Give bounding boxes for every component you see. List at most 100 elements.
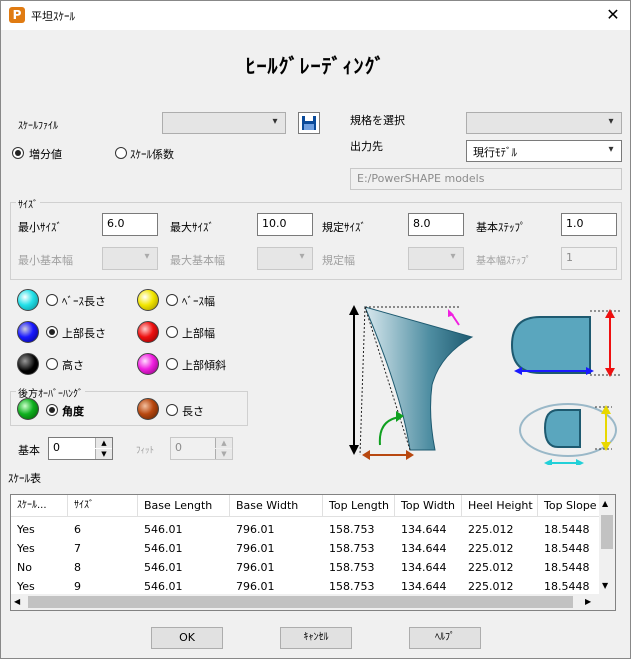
table-cell: 18.5448: [544, 523, 590, 536]
std-size-input[interactable]: 8.0: [408, 213, 464, 236]
overhang-length-label: 長さ: [182, 405, 204, 418]
scale-factor-label: ｽｹｰﾙ係数: [130, 148, 174, 161]
table-row[interactable]: No 8 546.01 796.01 158.753 134.644 225.012 18.5…: [11, 558, 601, 577]
save-button[interactable]: [298, 112, 320, 134]
increment-radio[interactable]: [12, 147, 24, 159]
fit-spinner[interactable]: 0 ▲ ▼: [170, 437, 233, 460]
spin-up-icon[interactable]: ▲: [95, 438, 112, 448]
table-cell: 546.01: [144, 561, 183, 574]
table-cell: 546.01: [144, 523, 183, 536]
scale-table-label: ｽｹｰﾙ表: [8, 472, 41, 485]
top-slope-radio[interactable]: [166, 358, 178, 370]
column-header[interactable]: Top Slope: [538, 495, 601, 517]
step-value: 1.0: [566, 217, 584, 230]
width-step-value: 1: [566, 251, 573, 264]
table-row[interactable]: Yes 7 546.01 796.01 158.753 134.644 225.012 18.…: [11, 539, 601, 558]
base-length-color-icon: [17, 289, 39, 311]
horizontal-scrollbar[interactable]: ◀ ▶: [11, 594, 615, 610]
column-header[interactable]: Base Width: [230, 495, 323, 517]
scale-file-dropdown[interactable]: ▾: [162, 112, 286, 134]
column-header[interactable]: ｽｹｰﾙ...: [11, 495, 68, 517]
table-cell: 546.01: [144, 542, 183, 555]
overhang-length-radio[interactable]: [166, 404, 178, 416]
cancel-button[interactable]: ｷｬﾝｾﾙ: [280, 627, 352, 649]
min-width-dropdown[interactable]: ▾: [102, 247, 158, 270]
base-spinner[interactable]: 0 ▲ ▼: [48, 437, 113, 460]
min-size-label: 最小ｻｲｽﾞ: [18, 221, 62, 234]
fit-label: ﾌｨｯﾄ: [136, 446, 155, 456]
height-radio[interactable]: [46, 358, 58, 370]
table-row[interactable]: Yes 6 546.01 796.01 158.753 134.644 225.012 18.…: [11, 520, 601, 539]
column-header[interactable]: Base Length: [138, 495, 230, 517]
scroll-right-icon[interactable]: ▶: [585, 597, 591, 606]
overhang-length-color-icon: [137, 398, 159, 420]
spin-up-icon[interactable]: ▲: [215, 438, 232, 448]
increment-label: 増分値: [29, 148, 62, 161]
standard-dropdown[interactable]: ▾: [466, 112, 622, 134]
close-icon[interactable]: ✕: [603, 5, 623, 25]
table-header: ｽｹｰﾙ... ｻｲｽﾞ Base Length Base Width Top …: [11, 495, 601, 517]
heel-diagram: [349, 305, 622, 465]
scale-factor-radio[interactable]: [115, 147, 127, 159]
top-width-radio[interactable]: [166, 326, 178, 338]
base-label: 基本: [18, 444, 40, 457]
app-logo-icon: P: [9, 7, 25, 23]
height-label: 高さ: [62, 359, 84, 372]
column-header[interactable]: Top Width: [395, 495, 462, 517]
table-cell: 225.012: [468, 561, 514, 574]
table-cell: 225.012: [468, 523, 514, 536]
min-width-label: 最小基本幅: [18, 254, 73, 267]
size-group-label: ｻｲｽﾞ: [16, 196, 40, 211]
max-width-dropdown[interactable]: ▾: [257, 247, 313, 270]
table-cell: 158.753: [329, 561, 375, 574]
base-value: 0: [53, 441, 60, 454]
table-cell: 134.644: [401, 542, 447, 555]
fit-value: 0: [175, 441, 182, 454]
ok-button[interactable]: OK: [151, 627, 223, 649]
scroll-thumb[interactable]: [601, 515, 613, 549]
min-size-input[interactable]: 6.0: [102, 213, 158, 236]
table-cell: 18.5448: [544, 561, 590, 574]
table-cell: 7: [74, 542, 81, 555]
top-width-label: 上部幅: [182, 327, 215, 340]
base-length-radio[interactable]: [46, 294, 58, 306]
output-label: 出力先: [350, 140, 383, 153]
vertical-scrollbar[interactable]: ▲ ▼: [599, 495, 615, 595]
help-button[interactable]: ﾍﾙﾌﾟ: [409, 627, 481, 649]
output-path-field[interactable]: E:/PowerSHAPE models: [350, 168, 622, 190]
std-width-dropdown[interactable]: ▾: [408, 247, 464, 270]
column-header[interactable]: Heel Height: [462, 495, 538, 517]
overhang-angle-color-icon: [17, 398, 39, 420]
width-step-input[interactable]: 1: [561, 247, 617, 270]
table-cell: 134.644: [401, 561, 447, 574]
table-cell: 8: [74, 561, 81, 574]
std-size-label: 規定ｻｲｽﾞ: [322, 221, 366, 234]
overhang-angle-radio[interactable]: [46, 404, 58, 416]
output-path-value: E:/PowerSHAPE models: [357, 172, 485, 185]
scale-table[interactable]: ｽｹｰﾙ... ｻｲｽﾞ Base Length Base Width Top …: [10, 494, 616, 611]
spin-down-icon[interactable]: ▼: [215, 449, 232, 459]
scroll-thumb[interactable]: [28, 596, 573, 608]
table-cell: 158.753: [329, 523, 375, 536]
max-size-value: 10.0: [262, 217, 287, 230]
column-header[interactable]: ｻｲｽﾞ: [68, 495, 138, 517]
max-width-label: 最大基本幅: [170, 254, 225, 267]
top-length-radio[interactable]: [46, 326, 58, 338]
overhang-angle-label: 角度: [62, 405, 84, 418]
output-dropdown[interactable]: 現行ﾓﾃﾞﾙ ▾: [466, 140, 622, 162]
table-cell: 796.01: [236, 542, 275, 555]
column-header[interactable]: Top Length: [323, 495, 395, 517]
scroll-down-icon[interactable]: ▼: [602, 581, 608, 590]
base-width-color-icon: [137, 289, 159, 311]
max-size-input[interactable]: 10.0: [257, 213, 313, 236]
scroll-up-icon[interactable]: ▲: [602, 499, 608, 508]
height-color-icon: [17, 353, 39, 375]
step-input[interactable]: 1.0: [561, 213, 617, 236]
base-width-radio[interactable]: [166, 294, 178, 306]
chevron-down-icon: ▾: [608, 116, 614, 127]
table-cell: No: [17, 561, 32, 574]
spin-down-icon[interactable]: ▼: [95, 449, 112, 459]
output-value: 現行ﾓﾃﾞﾙ: [473, 146, 517, 159]
chevron-down-icon: ▾: [450, 251, 456, 262]
scroll-left-icon[interactable]: ◀: [14, 597, 20, 606]
